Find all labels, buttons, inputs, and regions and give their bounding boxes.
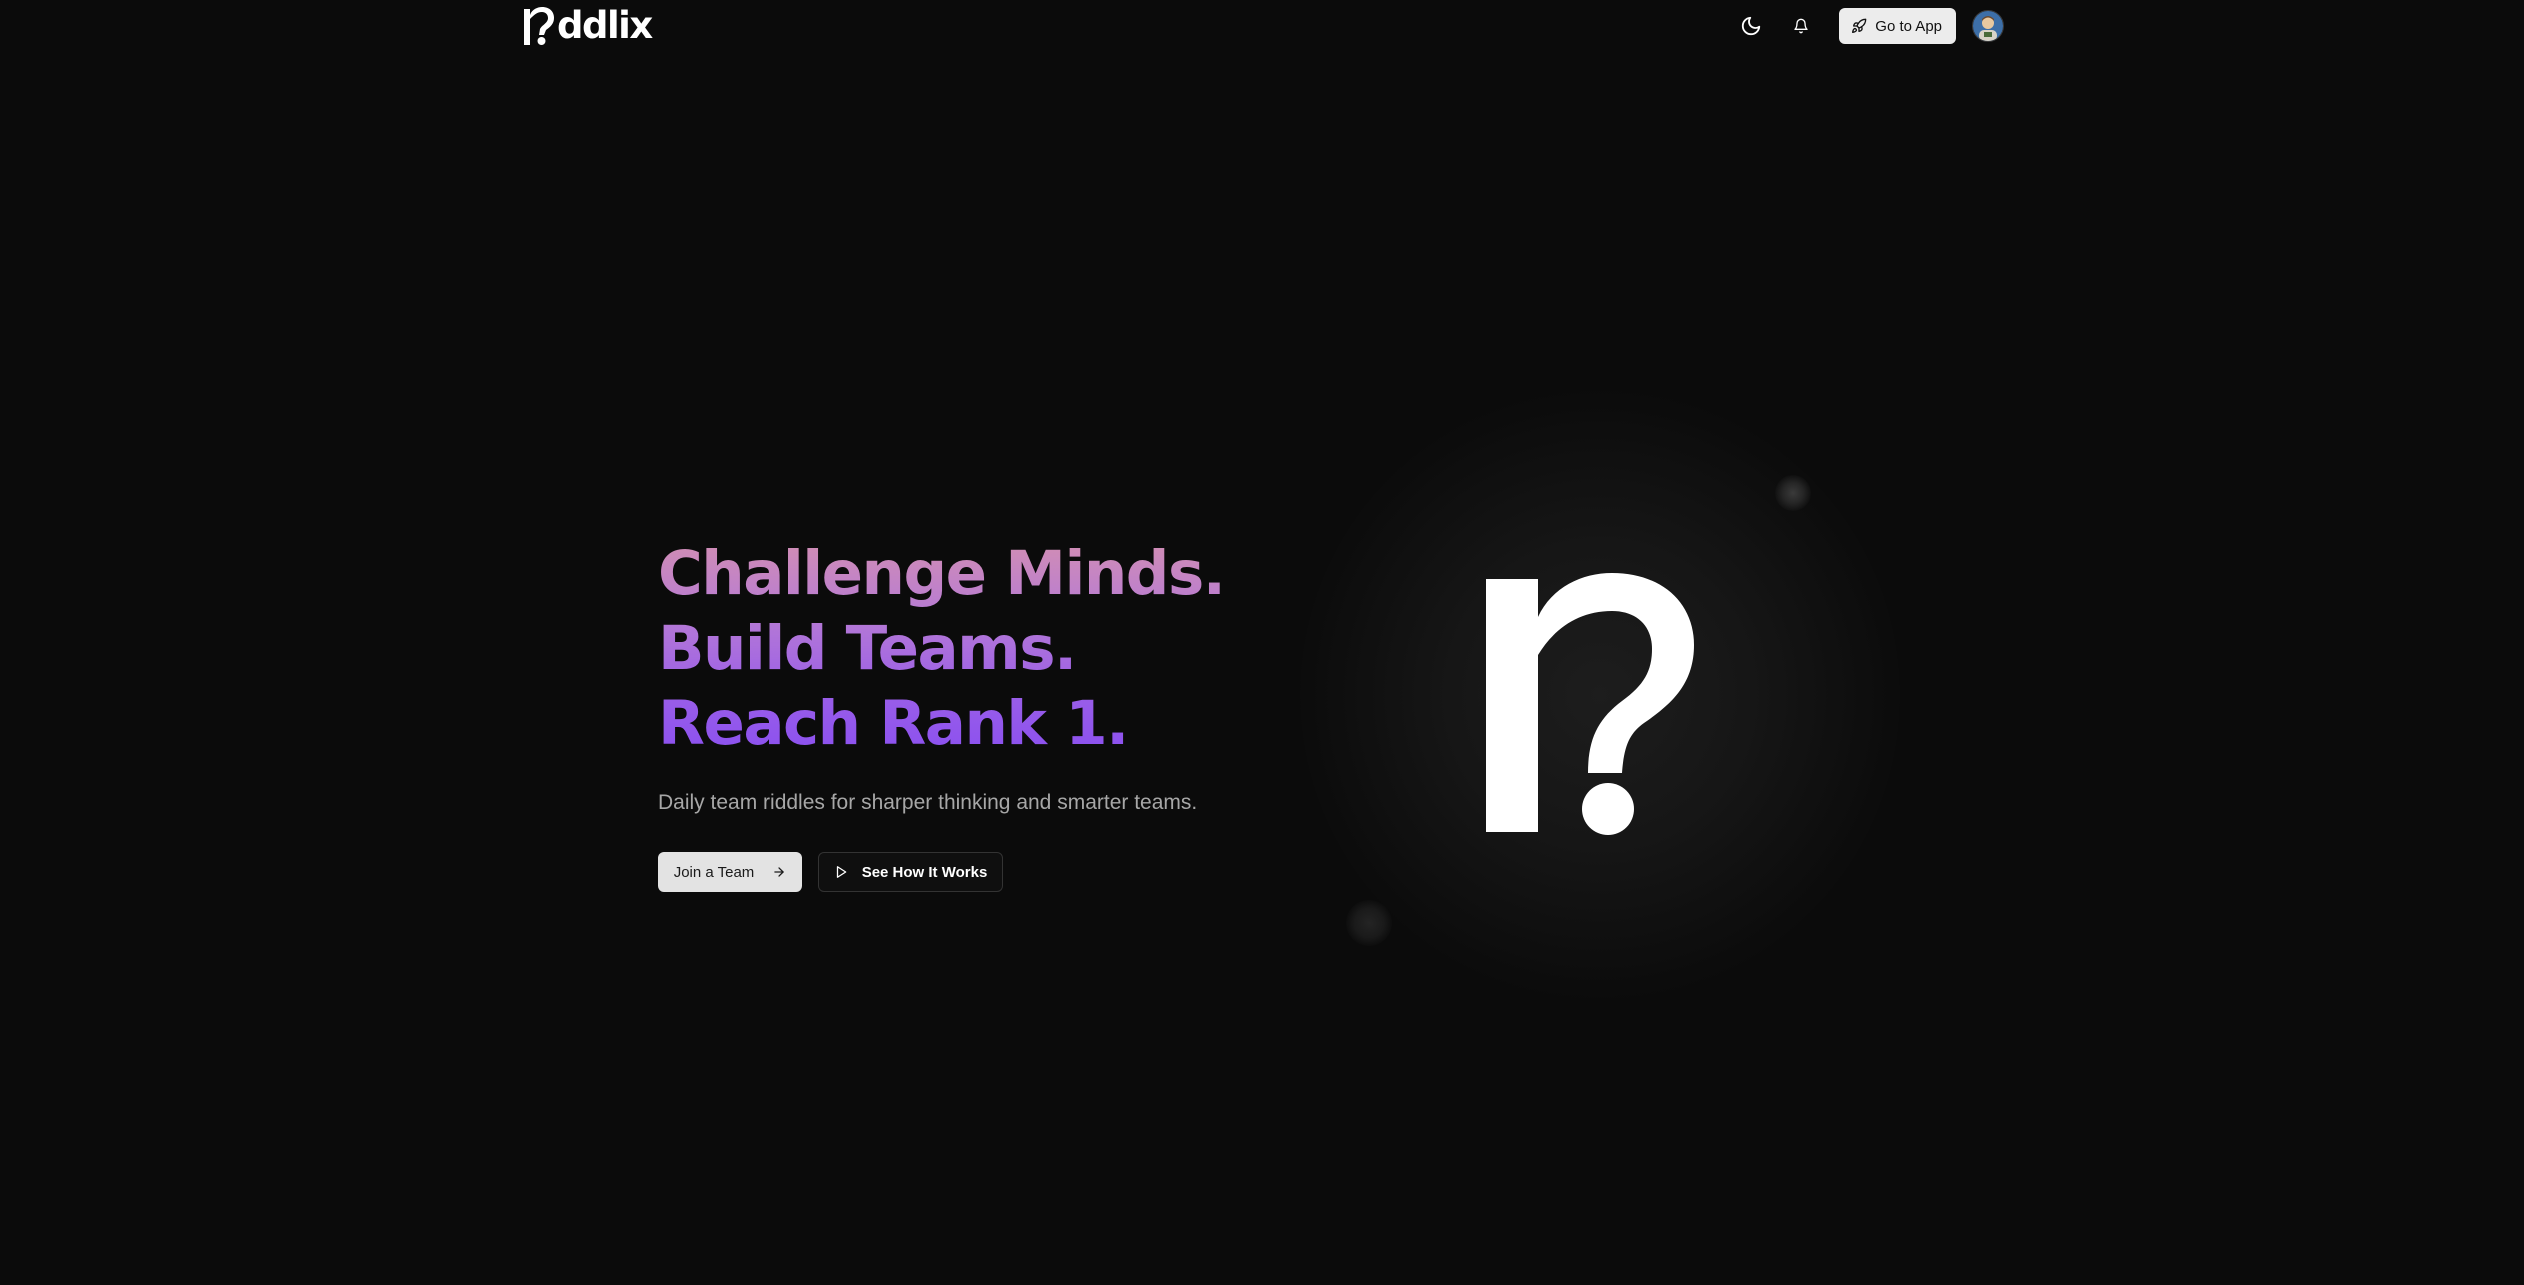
go-to-app-label: Go to App [1875,17,1942,35]
logo-text: ddlix [557,4,653,47]
headline-line-3: Reach Rank 1. [658,688,1128,759]
see-how-it-works-label: See How It Works [861,863,988,881]
join-team-label: Join a Team [673,863,755,881]
headline-line-1: Challenge Minds. [658,538,1225,609]
theme-toggle-button[interactable] [1733,8,1769,44]
hero-section: Challenge Minds. Build Teams. Reach Rank… [658,536,1378,892]
landing-page: ddlix Go to App Challenge Minds. Build T… [0,0,2524,1285]
go-to-app-button[interactable]: Go to App [1839,8,1956,44]
notifications-button[interactable] [1783,8,1819,44]
arrow-right-icon [774,867,785,877]
avatar-image [1973,11,2003,41]
site-logo[interactable]: ddlix [522,4,653,48]
hero-graphic [1300,390,1900,1000]
join-team-button[interactable]: Join a Team [658,852,802,892]
play-icon [836,866,847,878]
floating-orb [1775,475,1811,511]
see-how-it-works-button[interactable]: See How It Works [818,852,1003,892]
floating-orb [1346,900,1392,946]
moon-icon [1742,16,1761,36]
hero-headline: Challenge Minds. Build Teams. Reach Rank… [658,536,1378,761]
riddlix-question-mark-icon [1486,573,1694,835]
user-avatar[interactable] [1972,10,2004,42]
bell-icon [1794,18,1808,34]
hero-subtitle: Daily team riddles for sharper thinking … [658,791,1198,814]
header-actions: Go to App [1733,8,2004,44]
rocket-icon [1852,18,1867,33]
hero-cta-row: Join a Team See How It Works [658,852,1378,892]
riddlix-logo-icon [524,7,554,45]
headline-line-2: Build Teams. [658,613,1076,684]
